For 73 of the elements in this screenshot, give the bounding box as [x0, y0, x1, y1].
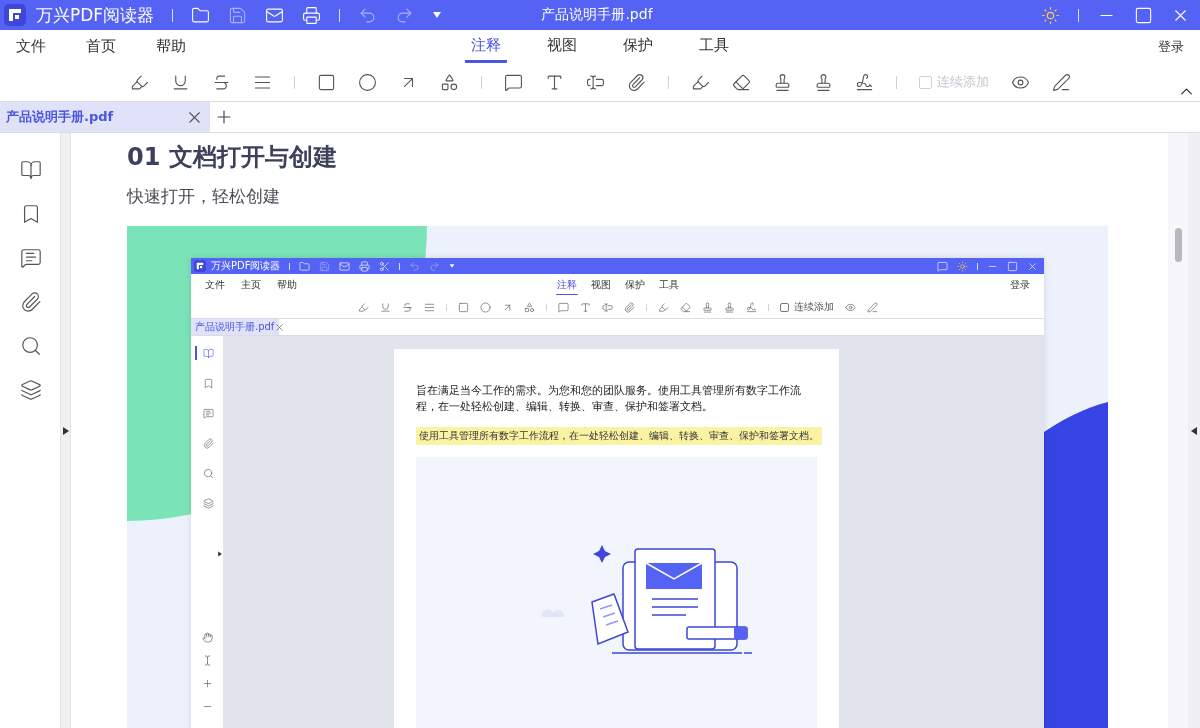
quick-access-dropdown-icon[interactable] [432, 10, 443, 20]
theme-icon[interactable] [957, 260, 968, 272]
theme-icon[interactable] [1041, 5, 1060, 25]
section-heading: 01 文档打开与创建 [127, 142, 338, 173]
menu-item[interactable]: 首页 [86, 37, 116, 56]
ribbon-tab[interactable]: 视图 [589, 275, 612, 295]
signature-icon[interactable] [854, 72, 874, 92]
comment-icon[interactable] [20, 247, 42, 269]
book-icon[interactable] [202, 347, 214, 359]
shapes-icon[interactable] [523, 301, 535, 313]
zoom-in-icon[interactable] [201, 678, 213, 689]
quick-access-dropdown-icon[interactable] [449, 263, 456, 269]
ribbon-tab[interactable]: 工具 [657, 275, 680, 295]
printer-icon[interactable] [302, 5, 322, 25]
hand-icon[interactable] [201, 632, 213, 643]
login-link[interactable]: 登录 [1010, 278, 1030, 292]
comment-icon[interactable] [503, 72, 523, 92]
ribbon-tab[interactable]: 保护 [617, 30, 659, 63]
app-logo-icon [194, 260, 206, 272]
paperclip-icon[interactable] [20, 291, 42, 313]
circle-icon[interactable] [479, 301, 491, 313]
ribbon-tab[interactable]: 工具 [693, 30, 735, 63]
save-icon[interactable] [228, 5, 248, 25]
paperclip-icon[interactable] [626, 72, 646, 92]
maximize-icon[interactable] [1134, 5, 1153, 25]
printer-icon[interactable] [359, 260, 371, 272]
maximize-icon[interactable] [1007, 260, 1018, 272]
ribbon-tab[interactable]: 注释 [555, 275, 578, 295]
text-icon[interactable] [579, 301, 591, 313]
search-icon[interactable] [20, 335, 42, 357]
scrollbar-thumb[interactable] [1174, 228, 1182, 262]
circle-icon[interactable] [357, 72, 377, 92]
section-subheading: 快速打开，轻松创建 [127, 185, 281, 208]
lines-icon[interactable] [423, 301, 435, 313]
ribbon-tab[interactable]: 视图 [541, 30, 583, 63]
folder-icon[interactable] [191, 5, 211, 25]
scissors-icon[interactable] [379, 260, 391, 272]
paperclip-icon[interactable] [202, 437, 214, 449]
highlighted-text: 使用工具管理所有数字工作流程，在一处轻松创建、编辑、转换、审查、保护和签署文档。 [416, 427, 822, 445]
layers-icon[interactable] [20, 379, 42, 401]
save-icon[interactable] [319, 260, 331, 272]
continuous-add-checkbox[interactable]: 连续添加 [779, 300, 834, 314]
app-name: 万兴PDF阅读器 [211, 259, 281, 273]
window-title: 产品说明手册.pdf [541, 6, 653, 24]
app-logo-icon [4, 4, 26, 26]
highlighter-icon[interactable] [357, 301, 369, 313]
menu-item[interactable]: 文件 [205, 278, 225, 292]
menu-item[interactable]: 主页 [241, 278, 261, 292]
expand-panel-icon[interactable] [217, 551, 223, 557]
paragraph: 旨在满足当今工作的需求。为您和您的团队服务。使用工具管理所有数字工作流程，在一处轻松创建、编辑、转换、审查、保护和签署文档。 [416, 383, 802, 415]
document-tab[interactable]: 产品说明手册.pdf [0, 102, 210, 132]
menu-item[interactable]: 帮助 [277, 278, 297, 292]
shapes-icon[interactable] [439, 72, 459, 92]
paperclip-icon[interactable] [623, 301, 635, 313]
menu-item[interactable]: 文件 [16, 37, 46, 56]
area-highlight-icon[interactable] [657, 301, 669, 313]
close-icon[interactable] [1027, 260, 1038, 272]
pen-line-icon[interactable] [1051, 72, 1071, 92]
menu-item[interactable]: 帮助 [156, 37, 186, 56]
eraser-icon[interactable] [731, 72, 751, 92]
book-icon[interactable] [20, 159, 42, 181]
strikethrough-icon[interactable] [401, 301, 413, 313]
search-icon[interactable] [202, 467, 214, 479]
mail-icon[interactable] [339, 260, 351, 272]
ribbon-tab[interactable]: 保护 [623, 275, 646, 295]
ribbon-tab[interactable]: 注释 [465, 30, 507, 63]
login-link[interactable]: 登录 [1158, 37, 1184, 56]
close-tab-icon[interactable] [274, 321, 286, 333]
app-name: 万兴PDF阅读器 [36, 3, 155, 27]
rectangle-icon[interactable] [316, 72, 336, 92]
feedback-icon[interactable] [937, 260, 948, 272]
expand-panel-icon[interactable] [60, 425, 71, 436]
folder-icon[interactable] [299, 260, 311, 272]
